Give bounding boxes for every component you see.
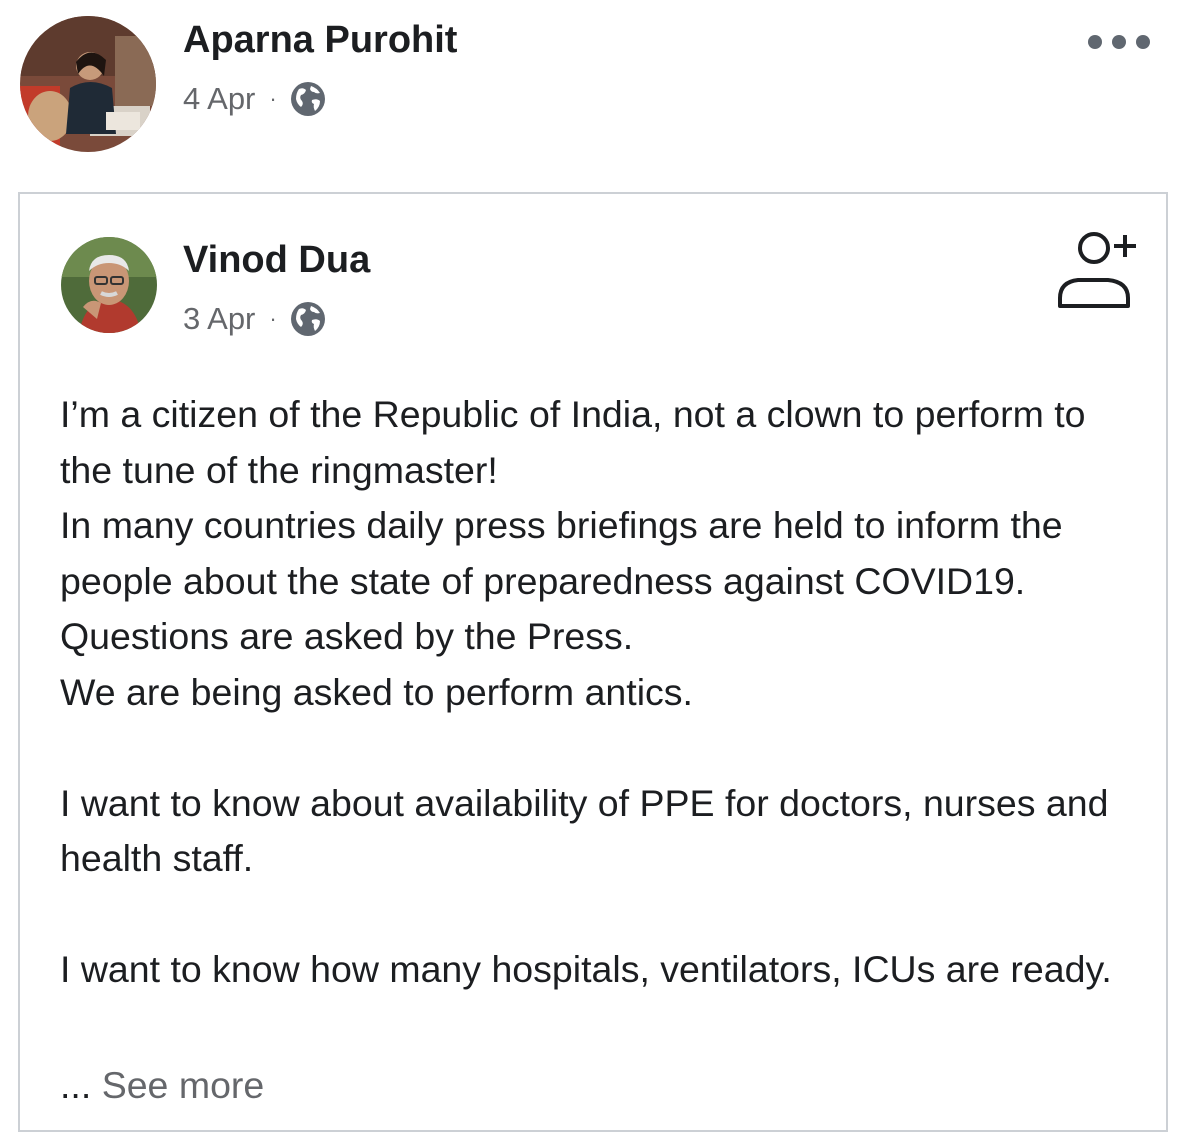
- sharer-avatar-image: [20, 16, 156, 152]
- post-paragraph: I want to know about availability of PPE…: [60, 781, 1109, 880]
- author-name[interactable]: Vinod Dua: [183, 239, 370, 282]
- globe-icon: [289, 300, 327, 338]
- see-more-row: ... See more: [60, 1058, 264, 1114]
- globe-icon: [289, 80, 327, 118]
- sharer-meta: 4 Apr ·: [183, 80, 327, 118]
- post-paragraph: In many countries daily press briefings …: [60, 504, 1063, 657]
- ellipsis: ...: [60, 1064, 92, 1106]
- sharer-name[interactable]: Aparna Purohit: [183, 19, 457, 62]
- post-body: I’m a citizen of the Republic of India, …: [60, 387, 1140, 998]
- sharer-post-date[interactable]: 4 Apr: [183, 81, 255, 117]
- add-friend-icon[interactable]: [1052, 228, 1142, 310]
- see-more-link[interactable]: See more: [102, 1064, 265, 1106]
- author-avatar[interactable]: [61, 237, 157, 333]
- post-paragraph: We are being asked to perform antics.: [60, 670, 693, 713]
- post-paragraph: I’m a citizen of the Republic of India, …: [60, 393, 1086, 491]
- post-paragraph: I want to know how many hospitals, venti…: [60, 948, 1112, 990]
- more-options-icon[interactable]: [1088, 30, 1150, 54]
- meta-separator: ·: [269, 306, 277, 331]
- author-avatar-image: [61, 237, 157, 333]
- sharer-avatar[interactable]: [20, 16, 156, 152]
- meta-separator: ·: [269, 86, 277, 111]
- author-post-date[interactable]: 3 Apr: [183, 301, 255, 337]
- author-meta: 3 Apr ·: [183, 300, 327, 338]
